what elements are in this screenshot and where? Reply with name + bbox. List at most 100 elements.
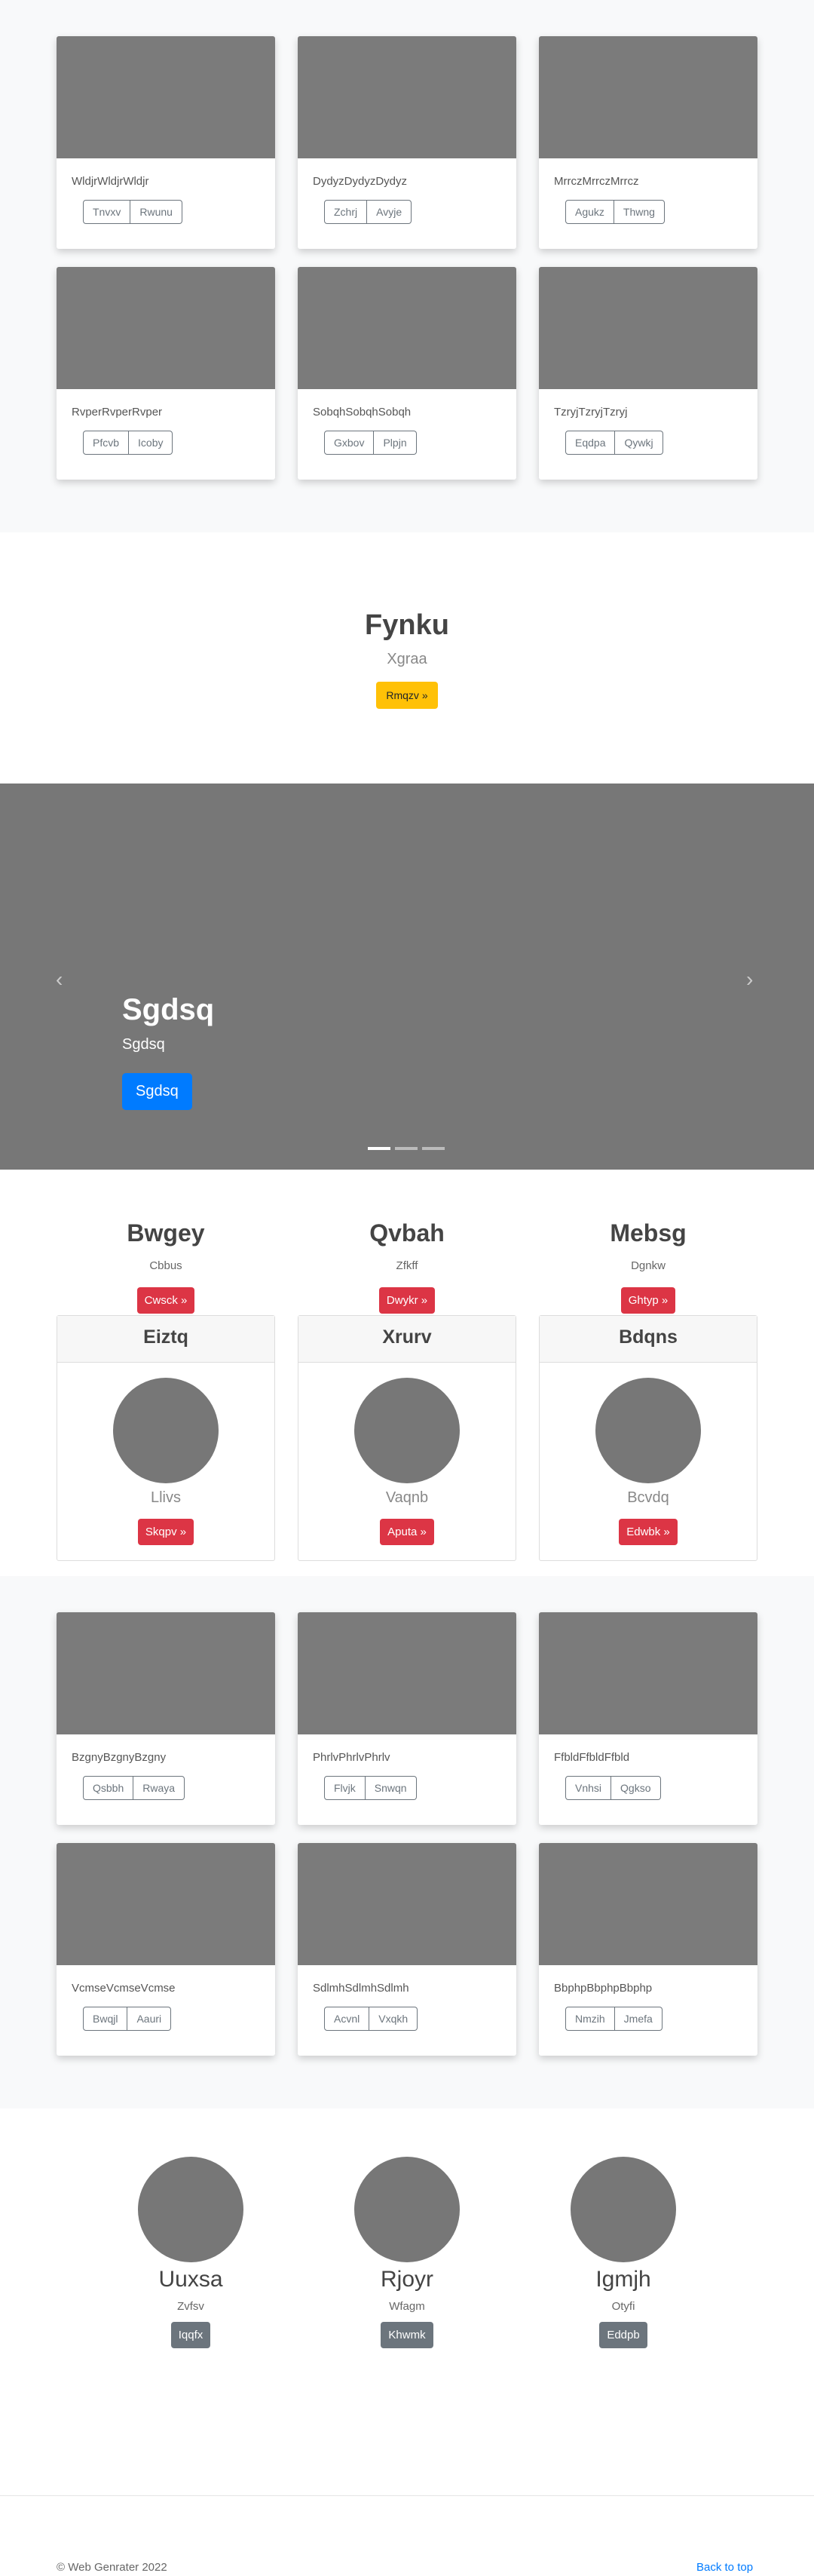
pricing-card-image <box>354 1378 460 1483</box>
card-button[interactable]: Flvjk <box>324 1776 366 1800</box>
card-image <box>539 1612 757 1734</box>
card-button[interactable]: Eqdpa <box>565 431 616 455</box>
card-button[interactable]: Vnhsi <box>565 1776 612 1800</box>
card-text: SdlmhSdlmhSdlmh <box>313 1982 409 1995</box>
feature-button[interactable]: Cwsck » <box>136 1287 195 1314</box>
feature-button[interactable]: Dwykr » <box>378 1287 436 1314</box>
jumbotron-subtitle: Xgraa <box>387 651 427 667</box>
feature-title: Bwgey <box>127 1219 205 1247</box>
team-member-name: Uuxsa <box>158 2267 223 2292</box>
card-button[interactable]: Qsbbh <box>83 1776 134 1800</box>
jumbotron: Fynku Xgraa Rmqzv » <box>0 532 814 784</box>
card-button[interactable]: Pfcvb <box>83 431 130 455</box>
card-image <box>57 1612 275 1734</box>
copyright-text: © Web Genrater 2022 <box>57 2561 167 2574</box>
feature-text: Dgnkw <box>631 1259 666 1272</box>
card-image <box>298 267 516 389</box>
chevron-right-icon[interactable]: › <box>746 968 753 992</box>
pricing-card-header: Xrurv <box>298 1316 516 1363</box>
pricing-card-button[interactable]: Edwbk » <box>619 1519 678 1545</box>
chevron-left-icon[interactable]: ‹ <box>56 968 63 992</box>
feature-title: Qvbah <box>369 1219 445 1247</box>
feature: Mebsg Dgnkw Ghtyp » <box>539 1219 757 1314</box>
card-button[interactable]: Agukz <box>565 200 614 224</box>
card-button-group: Pfcvb Icoby <box>83 431 173 455</box>
team-member: Uuxsa Zvfsv Iqqfx <box>138 2157 243 2348</box>
pricing-card-header: Eiztq <box>57 1316 274 1363</box>
card-button[interactable]: Thwng <box>614 200 665 224</box>
card-button[interactable]: Qywkj <box>615 431 663 455</box>
card-button-group: Bwqjl Aauri <box>83 2007 172 2031</box>
card-button[interactable]: Bwqjl <box>83 2007 128 2031</box>
card-button[interactable]: Aauri <box>127 2007 172 2031</box>
carousel-button[interactable]: Sgdsq <box>122 1073 192 1110</box>
card-button[interactable]: Jmefa <box>614 2007 663 2031</box>
card-button[interactable]: Rwaya <box>133 1776 185 1800</box>
card-button[interactable]: Rwunu <box>130 200 182 224</box>
feature-text: Cbbus <box>149 1259 182 1272</box>
carousel-indicators <box>368 1147 445 1150</box>
card: FfbldFfbldFfbld Vnhsi Qgkso <box>539 1612 757 1825</box>
card: VcmseVcmseVcmse Bwqjl Aauri <box>57 1843 275 2056</box>
jumbotron-button[interactable]: Rmqzv » <box>376 682 438 709</box>
carousel-indicator[interactable] <box>395 1147 418 1150</box>
card-button[interactable]: Plpjn <box>374 431 417 455</box>
team-member: Rjoyr Wfagm Khwmk <box>354 2157 460 2348</box>
card-button[interactable]: Tnvxv <box>83 200 131 224</box>
pricing-card: Bdqns Bcvdq Edwbk » <box>539 1315 757 1561</box>
card-button[interactable]: Acvnl <box>324 2007 370 2031</box>
card-button[interactable]: Zchrj <box>324 200 368 224</box>
team-member-button[interactable]: Khwmk <box>381 2322 433 2348</box>
pricing-card-image <box>595 1378 701 1483</box>
card-button-group: Qsbbh Rwaya <box>83 1776 185 1800</box>
team-member-button[interactable]: Eddpb <box>599 2322 647 2348</box>
card-button-group: Eqdpa Qywkj <box>565 431 663 455</box>
carousel-title: Sgdsq <box>122 993 215 1026</box>
card-text: BzgnyBzgnyBzgny <box>72 1751 167 1764</box>
avatar <box>571 2157 676 2262</box>
card: RvperRvperRvper Pfcvb Icoby <box>57 267 275 480</box>
pricing-card-button[interactable]: Aputa » <box>380 1519 434 1545</box>
card-button[interactable]: Gxbov <box>324 431 375 455</box>
team-member: Igmjh Otyfi Eddpb <box>571 2157 676 2348</box>
card-button[interactable]: Snwqn <box>365 1776 417 1800</box>
team-section: Uuxsa Zvfsv Iqqfx Rjoyr Wfagm Khwmk Igmj… <box>0 2108 814 2495</box>
card-button-group: Tnvxv Rwunu <box>83 200 182 224</box>
card-text: FfbldFfbldFfbld <box>554 1751 630 1764</box>
card-text: RvperRvperRvper <box>72 406 163 419</box>
card-button-group: Flvjk Snwqn <box>324 1776 417 1800</box>
team-member-name: Igmjh <box>595 2267 651 2292</box>
avatar <box>138 2157 243 2262</box>
card-image <box>539 267 757 389</box>
pricing-card-button[interactable]: Skqpv » <box>137 1519 194 1545</box>
card: SdlmhSdlmhSdlmh Acvnl Vxqkh <box>298 1843 516 2056</box>
card-button[interactable]: Qgkso <box>611 1776 661 1800</box>
card-image <box>57 267 275 389</box>
card-image <box>539 1843 757 1965</box>
team-member-role: Otyfi <box>611 2300 635 2313</box>
bottom-card-section: BzgnyBzgnyBzgny Qsbbh Rwaya PhrlvPhrlvPh… <box>0 1576 814 2108</box>
card-image <box>57 36 275 158</box>
carousel-caption: Sgdsq Sgdsq Sgdsq <box>122 993 214 1110</box>
team-member-role: Wfagm <box>389 2300 425 2313</box>
back-to-top-link[interactable]: Back to top <box>696 2561 753 2574</box>
carousel-indicator[interactable] <box>422 1147 445 1150</box>
card-text: BbphpBbphpBbphp <box>554 1982 653 1995</box>
card-button[interactable]: Nmzih <box>565 2007 615 2031</box>
card-text: MrrczMrrczMrrcz <box>554 175 639 188</box>
card-button[interactable]: Vxqkh <box>369 2007 418 2031</box>
card-text: PhrlvPhrlvPhrlv <box>313 1751 390 1764</box>
card-button[interactable]: Icoby <box>129 431 173 455</box>
team-member-name: Rjoyr <box>380 2267 433 2292</box>
card-text: SobqhSobqhSobqh <box>313 406 412 419</box>
card-image <box>298 1843 516 1965</box>
team-member-button[interactable]: Iqqfx <box>170 2322 211 2348</box>
card-text: WldjrWldjrWldjr <box>72 175 149 188</box>
avatar <box>354 2157 460 2262</box>
card-button[interactable]: Avyje <box>367 200 412 224</box>
feature-button[interactable]: Ghtyp » <box>620 1287 676 1314</box>
card: MrrczMrrczMrrcz Agukz Thwng <box>539 36 757 249</box>
card: SobqhSobqhSobqh Gxbov Plpjn <box>298 267 516 480</box>
carousel-indicator[interactable] <box>368 1147 390 1150</box>
pricing-card-subtitle: Vaqnb <box>385 1489 429 1506</box>
